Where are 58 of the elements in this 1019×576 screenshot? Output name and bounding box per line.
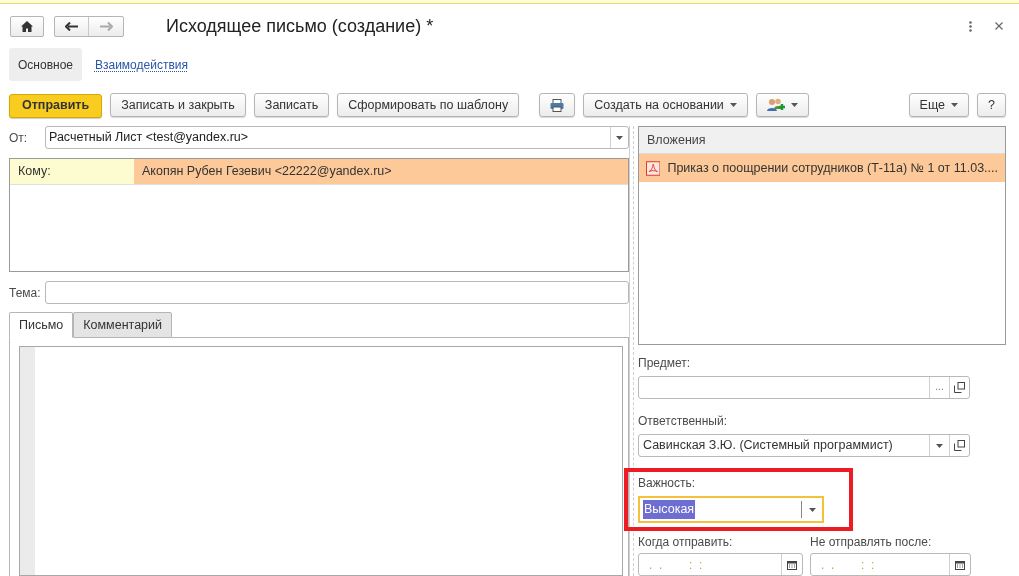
kebab-menu-icon (968, 20, 972, 32)
from-field[interactable]: Расчетный Лист <test@yandex.ru> (45, 126, 629, 149)
body-tab[interactable]: Комментарий (73, 312, 172, 338)
close-icon (995, 22, 1003, 30)
people-add-icon (766, 97, 785, 113)
printer-icon (550, 98, 565, 112)
people-add-button[interactable] (755, 93, 809, 117)
menu-button[interactable]: Создать на основании (583, 93, 748, 117)
calendar-icon (955, 559, 965, 570)
field-label: Когда отправить: (638, 534, 734, 551)
toolbar-button[interactable]: Сформировать по шаблону (337, 93, 520, 117)
caret-icon (790, 103, 798, 107)
attachments-header: Вложения (639, 127, 1005, 154)
subject-label: Тема: (9, 284, 42, 302)
open-window-icon (954, 440, 965, 451)
close-button[interactable] (993, 20, 1005, 32)
window-title: Исходящее письмо (создание) * (166, 14, 434, 38)
home-button[interactable] (10, 15, 44, 37)
table-cell: Акопян Рубен Гезевич <22222@yandex.ru> (134, 159, 628, 184)
pdf-file-icon (646, 160, 661, 176)
date-mask: . . : : (648, 556, 704, 574)
caret-icon (936, 443, 943, 448)
field-value: Савинская З.Ю. (Системный программист) (642, 437, 894, 455)
section-tab[interactable]: Основное (9, 48, 82, 81)
table-cell: Кому: (10, 159, 134, 184)
field-label: Важность: (638, 475, 697, 492)
caret-icon (616, 135, 623, 140)
field-label: Предмет: (638, 355, 692, 372)
attachment-row[interactable]: Приказ о поощрении сотрудников (Т-11а) № 1 от 11.03.... (639, 154, 1005, 182)
arrow-left-icon (65, 21, 78, 31)
caret-icon (729, 103, 737, 107)
recipient-row[interactable]: Кому: Акопян Рубен Гезевич <22222@yandex.ru> (10, 159, 628, 185)
menu-button[interactable]: Еще (908, 93, 970, 117)
choose-button[interactable]: ... (929, 377, 949, 398)
calendar-icon (787, 559, 797, 570)
caret-icon (951, 103, 959, 107)
arrow-right-icon (99, 21, 113, 31)
section-tab[interactable]: Взаимодействия (86, 48, 197, 81)
responsible-field[interactable]: Савинская З.Ю. (Системный программист) (638, 434, 970, 457)
subject-input[interactable] (45, 281, 629, 304)
body-tab[interactable]: Письмо (9, 312, 74, 338)
send-button[interactable]: Отправить (9, 93, 103, 118)
field-label: Ответственный: (638, 413, 729, 430)
importance-field[interactable]: Высокая (638, 496, 824, 523)
toolbar-button[interactable]: Записать и закрыть (110, 93, 246, 117)
subject-field[interactable]: ... (638, 376, 970, 399)
toolbar-button[interactable]: Записать (253, 93, 330, 117)
toolbar-button[interactable]: ? (977, 93, 1006, 117)
field-value: Высокая (643, 500, 696, 519)
open-window-icon (954, 382, 965, 393)
date-mask: . . : : (820, 556, 876, 574)
field-value: Расчетный Лист <test@yandex.ru> (48, 129, 250, 147)
print-button[interactable] (539, 93, 576, 117)
attachment-name: Приказ о поощрении сотрудников (Т-11а) № 1 от 11.03.... (667, 159, 998, 177)
field-label: Не отправлять после: (810, 534, 933, 551)
home-icon (21, 20, 33, 32)
from-label: От: (9, 129, 29, 147)
caret-icon (808, 507, 816, 512)
